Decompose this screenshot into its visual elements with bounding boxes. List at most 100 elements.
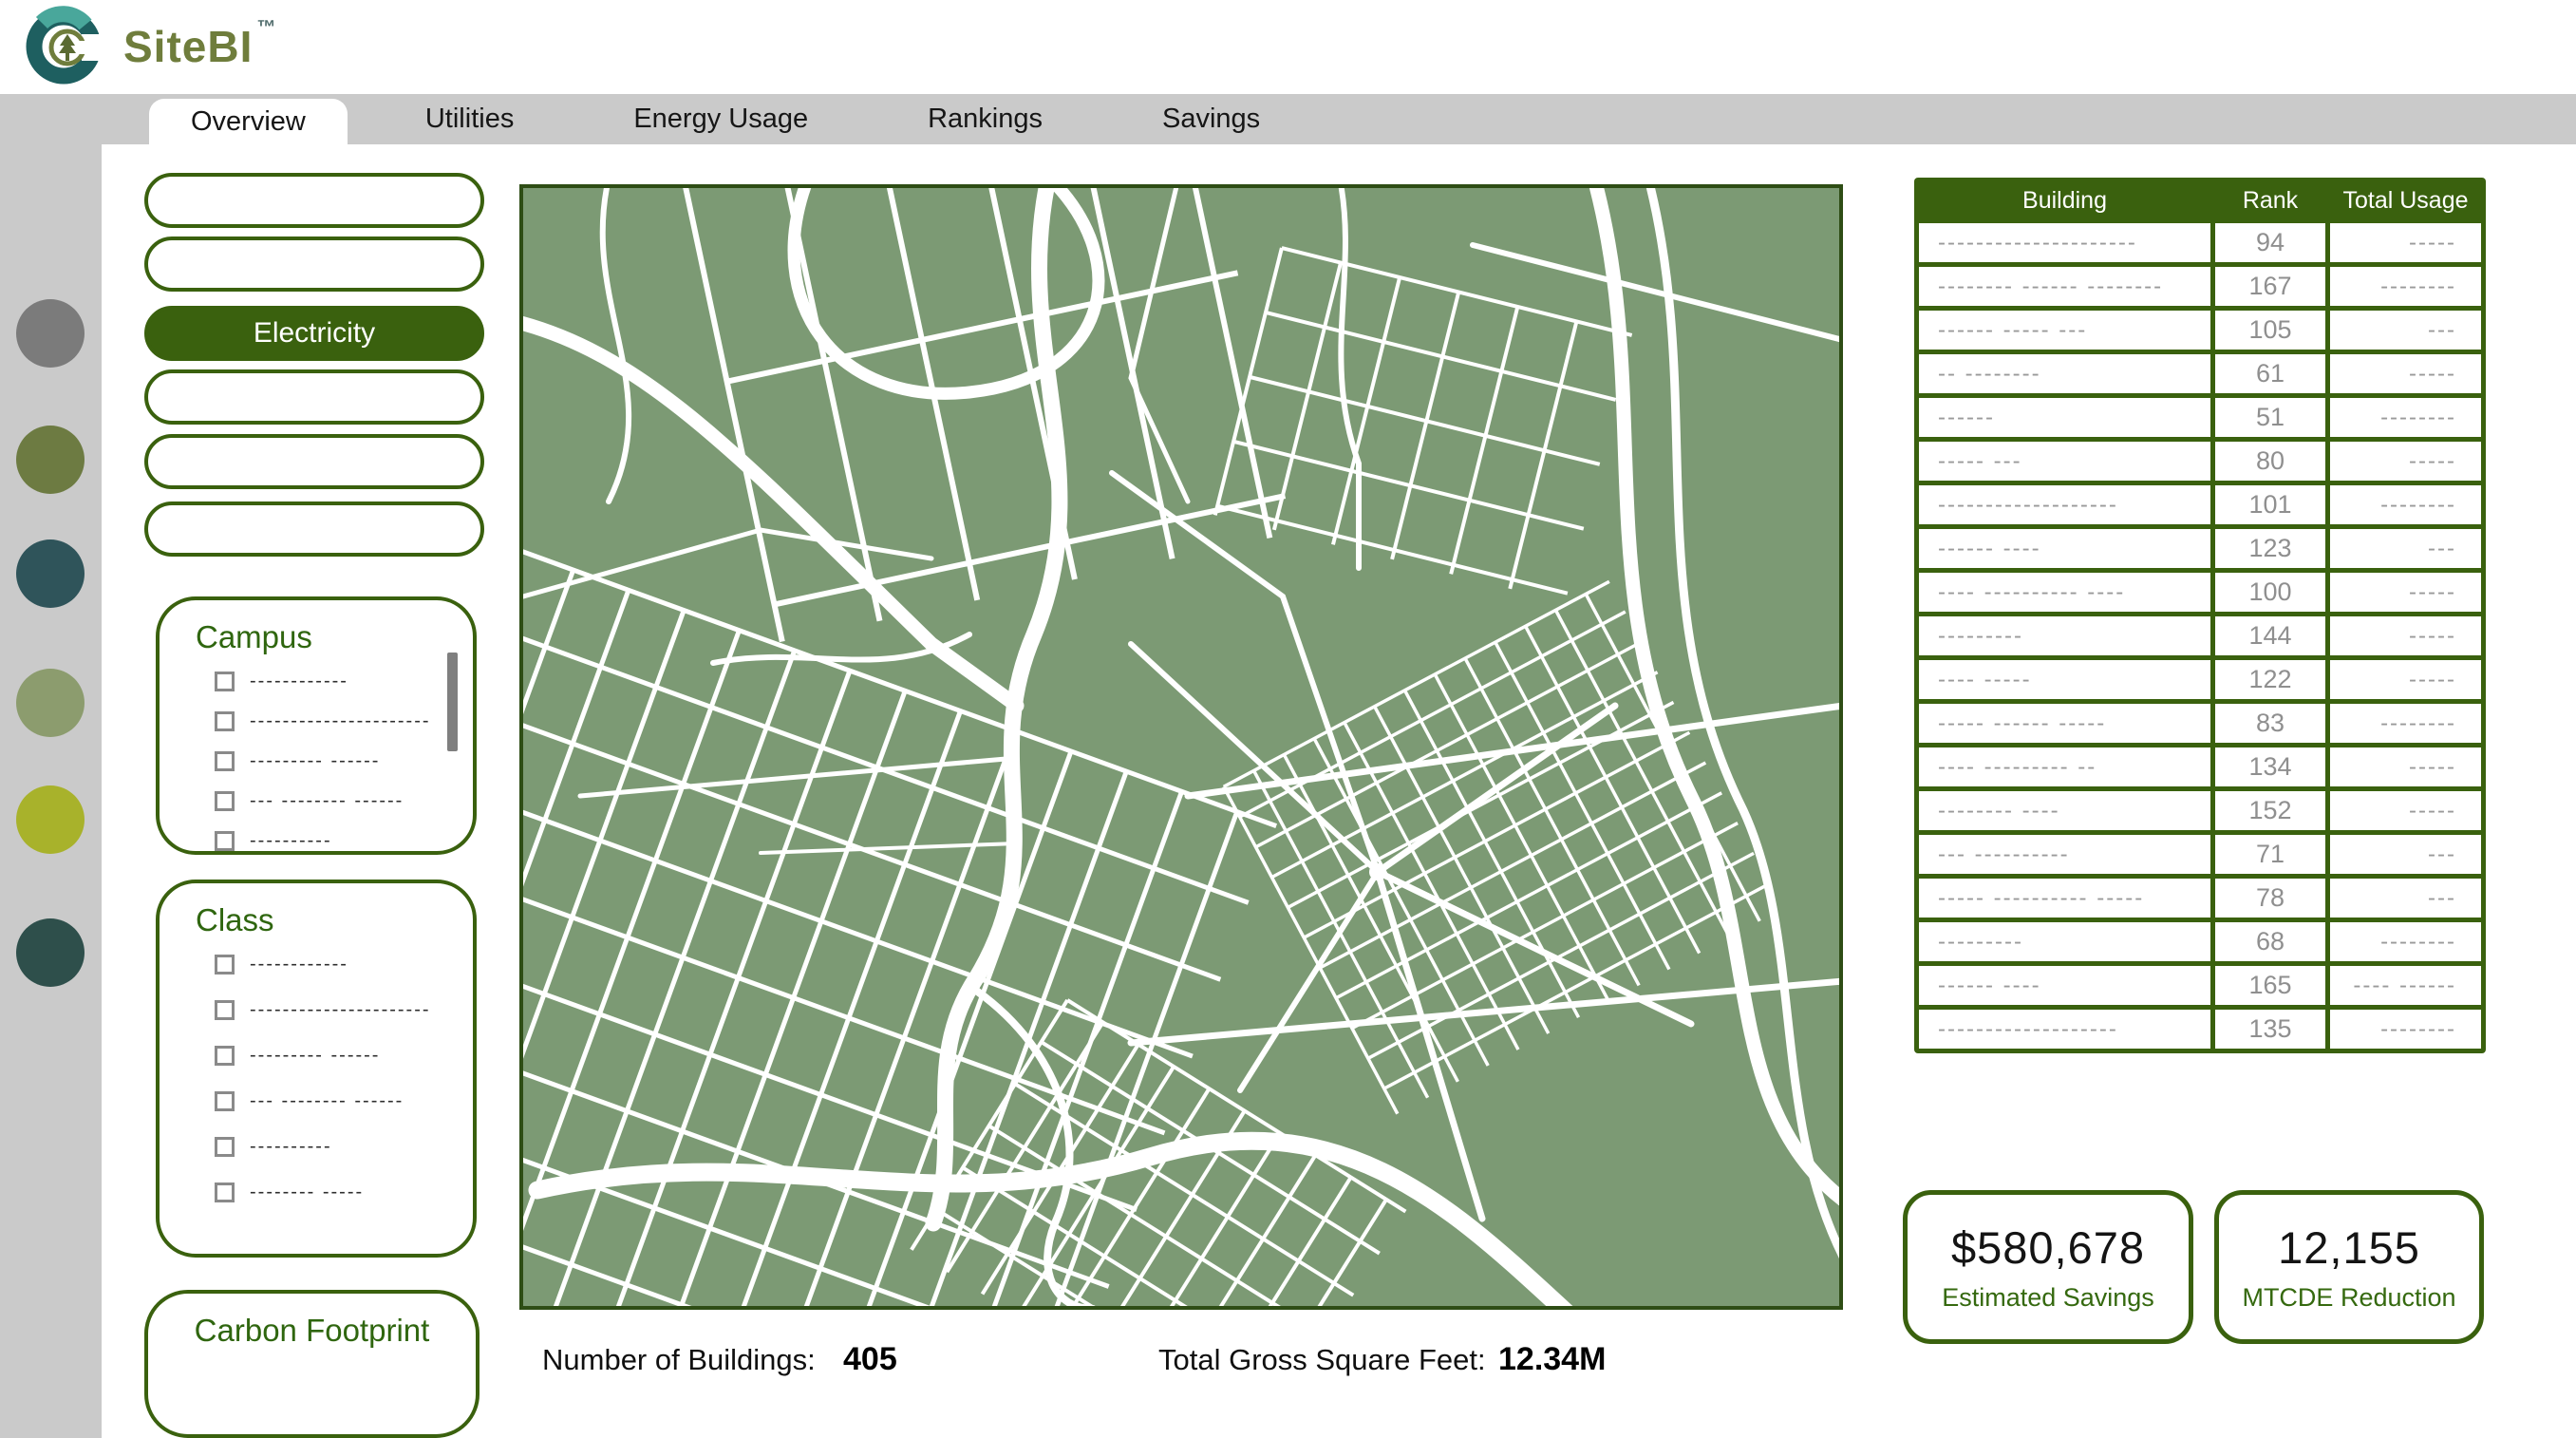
sidebar-dot-olive-icon[interactable] (16, 426, 85, 494)
sitebi-dashboard: SiteBI ™ OverviewUtilitiesEnergy UsageRa… (0, 0, 2576, 1438)
table-row[interactable]: -------------------135-------- (1919, 1010, 2481, 1049)
class-checkbox-item[interactable]: ---------- (215, 1136, 473, 1158)
table-row[interactable]: -------------------101-------- (1919, 485, 2481, 524)
sitebi-logo-icon (23, 6, 108, 87)
campus-filter-panel: Campus ---------------------------------… (156, 596, 477, 855)
tab-savings[interactable]: Savings (1120, 94, 1302, 144)
campus-checkbox-item[interactable]: ---------------------- (215, 710, 473, 732)
usage-cell: ----- (2330, 442, 2481, 481)
campus-checkbox-item[interactable]: --------- ------ (215, 750, 473, 772)
table-row[interactable]: ---------68-------- (1919, 922, 2481, 961)
utility-button-1[interactable] (144, 173, 484, 228)
usage-cell: --- (2330, 835, 2481, 874)
table-row[interactable]: -------- ------ --------167-------- (1919, 267, 2481, 306)
usage-cell: --- (2330, 529, 2481, 568)
campus-item-label: ---------------------- (250, 710, 431, 732)
usage-cell: -------- (2330, 922, 2481, 961)
mtcde-reduction-value: 12,155 (2278, 1221, 2420, 1274)
building-cell: --------- (1919, 922, 2210, 961)
map-roads (523, 188, 1839, 1306)
sidebar-dot-dark-teal-icon[interactable] (16, 918, 85, 987)
campus-checkbox-item[interactable]: --- -------- ------ (215, 790, 473, 812)
class-item-label: ---------------------- (250, 999, 431, 1021)
table-row[interactable]: ---- --------- --134----- (1919, 747, 2481, 786)
table-row[interactable]: ------ ----165---- ------ (1919, 966, 2481, 1005)
utility-button-6[interactable] (144, 501, 484, 557)
tab-rankings[interactable]: Rankings (886, 94, 1084, 144)
checkbox-icon (215, 955, 235, 974)
campus-scrollbar[interactable] (447, 653, 458, 751)
class-checkbox-item[interactable]: -------- ----- (215, 1182, 473, 1203)
rank-cell: 105 (2215, 311, 2325, 350)
class-item-label: -------- ----- (250, 1182, 364, 1203)
rank-cell: 165 (2215, 966, 2325, 1005)
campus-item-label: --------- ------ (250, 750, 380, 772)
rank-cell: 71 (2215, 835, 2325, 874)
rank-cell: 100 (2215, 573, 2325, 612)
class-item-label: ------------ (250, 954, 348, 975)
tab-utilities[interactable]: Utilities (384, 94, 555, 144)
estimated-savings-label: Estimated Savings (1942, 1283, 2154, 1313)
sidebar-dot-teal-icon[interactable] (16, 539, 85, 608)
checkbox-icon (215, 751, 235, 771)
table-row[interactable]: ---------------------94----- (1919, 223, 2481, 262)
utility-button-5[interactable] (144, 434, 484, 489)
rank-cell: 61 (2215, 354, 2325, 393)
class-filter-panel: Class ----------------------------------… (156, 880, 477, 1258)
building-cell: ---- --------- -- (1919, 747, 2210, 786)
utility-button-electricity[interactable]: Electricity (144, 306, 484, 361)
usage-cell: ----- (2330, 747, 2481, 786)
table-row[interactable]: -------- ----152----- (1919, 791, 2481, 830)
campus-checkbox-item[interactable]: ---------- (215, 830, 473, 852)
table-row[interactable]: ---------144----- (1919, 616, 2481, 655)
tab-energy-usage[interactable]: Energy Usage (592, 94, 850, 144)
sidebar-dot-gray-icon[interactable] (16, 299, 85, 368)
table-row[interactable]: ------ ----- ---105--- (1919, 311, 2481, 350)
sidebar-dot-sage-icon[interactable] (16, 669, 85, 737)
usage-cell: ----- (2330, 354, 2481, 393)
usage-cell: -------- (2330, 1010, 2481, 1049)
campus-item-label: ---------- (250, 830, 332, 852)
table-row[interactable]: ---- ---------- ----100----- (1919, 573, 2481, 612)
class-checkbox-item[interactable]: ---------------------- (215, 999, 473, 1021)
left-rail (0, 144, 102, 1438)
class-item-label: --------- ------ (250, 1045, 380, 1067)
rank-cell: 144 (2215, 616, 2325, 655)
rank-cell: 152 (2215, 791, 2325, 830)
table-row[interactable]: ------ ----123--- (1919, 529, 2481, 568)
building-cell: ------------------- (1919, 1010, 2210, 1049)
table-row[interactable]: ----- ---------- -----78--- (1919, 879, 2481, 918)
class-checkbox-item[interactable]: --- -------- ------ (215, 1090, 473, 1112)
campus-map[interactable] (519, 184, 1843, 1310)
table-row[interactable]: ----- ---80----- (1919, 442, 2481, 481)
column-header-total-usage: Total Usage (2330, 182, 2481, 218)
table-row[interactable]: ----- ------ -----83-------- (1919, 704, 2481, 743)
utility-button-label: Electricity (254, 317, 375, 350)
building-cell: ----- --- (1919, 442, 2210, 481)
sidebar-dot-chartreuse-icon[interactable] (16, 785, 85, 854)
class-checkbox-item[interactable]: --------- ------ (215, 1045, 473, 1067)
building-cell: ------ (1919, 398, 2210, 437)
mtcde-reduction-label: MTCDE Reduction (2242, 1283, 2455, 1313)
buildings-count-value: 405 (843, 1341, 897, 1378)
rank-cell: 78 (2215, 879, 2325, 918)
campus-checkbox-item[interactable]: ------------ (215, 671, 473, 692)
rank-cell: 167 (2215, 267, 2325, 306)
estimated-savings-value: $580,678 (1951, 1221, 2145, 1274)
checkbox-icon (215, 1046, 235, 1066)
usage-cell: --- (2330, 879, 2481, 918)
building-cell: ----- ---------- ----- (1919, 879, 2210, 918)
table-row[interactable]: ---- -----122----- (1919, 660, 2481, 699)
rank-cell: 134 (2215, 747, 2325, 786)
class-item-label: ---------- (250, 1136, 332, 1158)
class-checkbox-item[interactable]: ------------ (215, 954, 473, 975)
table-row[interactable]: ------51-------- (1919, 398, 2481, 437)
utility-button-4[interactable] (144, 369, 484, 425)
campus-checkbox-list: ----------------------------------------… (215, 671, 473, 870)
brand-name: SiteBI (123, 21, 253, 72)
table-row[interactable]: --- ----------71--- (1919, 835, 2481, 874)
carbon-footprint-button[interactable]: Carbon Footprint (144, 1290, 479, 1438)
table-row[interactable]: -- --------61----- (1919, 354, 2481, 393)
utility-button-2[interactable] (144, 237, 484, 292)
tab-overview[interactable]: Overview (149, 99, 348, 144)
